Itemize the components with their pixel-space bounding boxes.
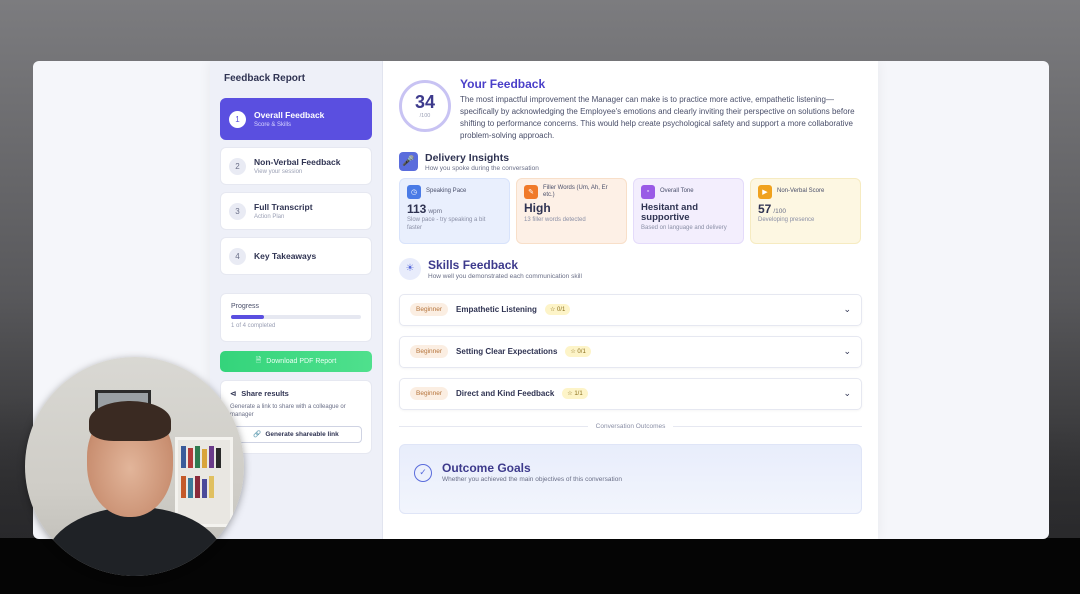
feedback-title: Your Feedback [460, 77, 546, 91]
bookshelf [175, 437, 233, 527]
download-pdf-label: Download PDF Report [266, 358, 337, 365]
main-content: 34 /100 Your Feedback The most impactful… [383, 61, 878, 539]
step-number: 3 [229, 202, 246, 220]
feedback-summary: 34 /100 Your Feedback The most impactful… [399, 75, 862, 143]
overall-tone-card: ▫ Overall Tone Hesitant and supportive B… [633, 177, 744, 244]
microphone-icon: 🎤 [399, 152, 418, 172]
score-value: 34 [414, 92, 436, 112]
outcome-goals-card: ✓ Outcome Goals Whether you achieved the… [399, 443, 862, 514]
progress-text: 1 of 4 completed [231, 323, 276, 329]
conversation-outcomes-divider: Conversation Outcomes [399, 422, 863, 430]
speaking-pace-card: ◷ Speaking Pace 113 wpm Slow pace - try s… [399, 177, 510, 244]
card-value: Hesitant and supportive [641, 201, 699, 223]
level-badge: Beginner [410, 387, 449, 401]
skill-score-badge: ☆ 0/1 [544, 304, 571, 316]
step-non-verbal-feedback[interactable]: 2 Non-Verbal Feedback View your session [220, 147, 372, 185]
skills-feedback-header: ☀ Skills Feedback How well you demonstra… [399, 257, 862, 280]
check-circle-icon: ✓ [414, 463, 432, 482]
download-pdf-button[interactable]: 🗎 Download PDF Report [220, 351, 372, 372]
generate-link-label: Generate shareable link [265, 430, 339, 438]
skill-row-setting-clear-expectations[interactable]: Beginner Setting Clear Expectations ☆ 0/… [399, 335, 862, 368]
level-badge: Beginner [410, 345, 449, 359]
step-title: Overall Feedback [254, 110, 325, 120]
card-unit: /100 [773, 207, 787, 215]
step-title: Key Takeaways [254, 251, 317, 261]
message-icon: ✎ [524, 185, 538, 200]
step-number: 2 [229, 157, 246, 175]
presenter-hair [89, 401, 171, 441]
card-value: High [524, 201, 551, 216]
share-description: Generate a link to share with a colleagu… [230, 404, 346, 419]
card-label: Overall Tone [660, 187, 694, 194]
delivery-insights-header: 🎤 Delivery Insights How you spoke during… [399, 152, 862, 172]
skill-name: Direct and Kind Feedback [456, 389, 555, 399]
share-results-card: ⊲ Share results Generate a link to share… [220, 380, 372, 454]
skill-score-badge: ☆ 1/1 [562, 388, 588, 400]
skills-list: Beginner Empathetic Listening ☆ 0/1 ⌄ Be… [399, 293, 862, 410]
skill-name: Empathetic Listening [456, 305, 537, 315]
card-value: 57 [758, 201, 772, 216]
webcam-overlay [25, 357, 244, 576]
link-icon: 🔗 [253, 431, 262, 439]
skill-score-badge: ☆ 0/1 [565, 346, 591, 358]
step-overall-feedback[interactable]: 1 Overall Feedback Score & Skills [220, 98, 372, 140]
step-subtitle: View your session [254, 169, 303, 175]
step-key-takeaways[interactable]: 4 Key Takeaways [220, 237, 372, 275]
level-badge: Beginner [410, 303, 449, 317]
outcome-subtitle: Whether you achieved the main objectives… [442, 475, 622, 483]
clock-icon: ◷ [407, 184, 421, 199]
feedback-text: The most impactful improvement the Manag… [460, 95, 855, 141]
card-unit: wpm [428, 207, 443, 215]
score-max: /100 [419, 113, 431, 119]
step-number: 4 [229, 247, 246, 265]
chevron-down-icon[interactable]: ⌄ [843, 304, 851, 315]
progress-bar [231, 315, 361, 319]
share-icon: ⊲ [230, 389, 237, 398]
card-note: 13 filler words detected [524, 216, 586, 223]
card-label: Speaking Pace [426, 187, 467, 194]
skill-row-empathetic-listening[interactable]: Beginner Empathetic Listening ☆ 0/1 ⌄ [399, 293, 862, 326]
progress-bar-fill [231, 315, 264, 319]
share-title: Share results [241, 389, 289, 398]
skill-row-direct-and-kind-feedback[interactable]: Beginner Direct and Kind Feedback ☆ 1/1 … [399, 377, 862, 410]
filler-words-card: ✎ Filler Words (Um, Ah, Er etc.) High 13… [516, 177, 627, 244]
generate-link-button[interactable]: 🔗 Generate shareable link [230, 425, 362, 443]
document-icon: 🗎 [255, 357, 262, 364]
card-note: Based on language and delivery [641, 224, 727, 231]
video-icon: ▶ [758, 184, 772, 199]
feedback-report-app: Feedback Report 1 Overall Feedback Score… [210, 61, 878, 539]
chat-icon: ▫ [641, 184, 655, 199]
progress-card: Progress 1 of 4 completed [220, 293, 372, 342]
step-number: 1 [229, 110, 246, 128]
step-full-transcript[interactable]: 3 Full Transcript Action Plan [220, 192, 372, 230]
sidebar-title: Feedback Report [224, 73, 306, 84]
skills-title: Skills Feedback [428, 257, 519, 272]
chevron-down-icon[interactable]: ⌄ [843, 388, 851, 399]
step-title: Non-Verbal Feedback [254, 157, 341, 167]
skills-subtitle: How well you demonstrated each communica… [428, 272, 582, 280]
card-value: 113 [407, 201, 427, 216]
card-note: Developing presence [758, 217, 815, 224]
step-subtitle: Score & Skills [254, 122, 292, 128]
lightbulb-icon: ☀ [399, 257, 421, 280]
delivery-title: Delivery Insights [425, 151, 510, 164]
delivery-subtitle: How you spoke during the conversation [425, 164, 539, 172]
progress-label: Progress [231, 303, 260, 310]
delivery-insight-cards: ◷ Speaking Pace 113 wpm Slow pace - try s… [399, 177, 862, 244]
score-circle: 34 /100 [399, 80, 451, 132]
step-title: Full Transcript [254, 202, 313, 212]
divider-label: Conversation Outcomes [595, 422, 666, 430]
outcome-title: Outcome Goals [442, 460, 531, 475]
chevron-down-icon[interactable]: ⌄ [843, 346, 851, 357]
non-verbal-score-card: ▶ Non-Verbal Score 57/100 Developing pre… [750, 177, 861, 244]
card-label: Filler Words (Um, Ah, Er etc.) [543, 184, 608, 199]
card-note: Slow pace - try speaking a bit faster [407, 217, 486, 232]
skill-name: Setting Clear Expectations [456, 347, 558, 357]
card-label: Non-Verbal Score [777, 187, 825, 194]
step-subtitle: Action Plan [254, 214, 285, 220]
